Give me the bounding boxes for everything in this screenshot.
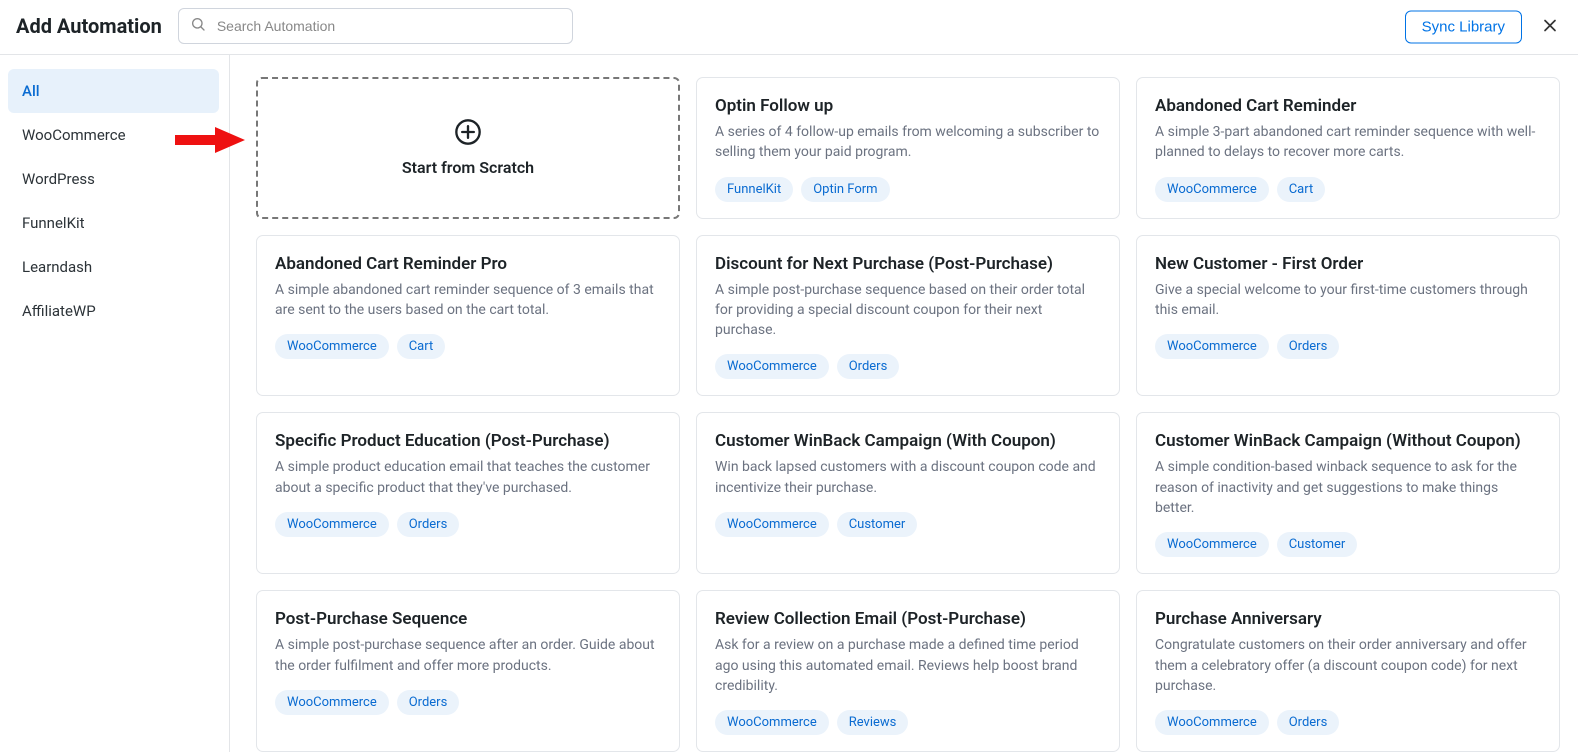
card-description: Congratulate customers on their order an… xyxy=(1155,635,1541,696)
tag[interactable]: Reviews xyxy=(837,710,909,735)
sidebar-item-learndash[interactable]: Learndash xyxy=(8,245,219,289)
tag-row: WooCommerce Orders xyxy=(275,690,661,715)
card-title: Customer WinBack Campaign (Without Coupo… xyxy=(1155,431,1541,451)
card-title: Discount for Next Purchase (Post-Purchas… xyxy=(715,254,1101,274)
top-bar: Add Automation Sync Library xyxy=(0,0,1578,55)
tag[interactable]: WooCommerce xyxy=(275,512,389,537)
card-description: A simple 3-part abandoned cart reminder … xyxy=(1155,122,1541,163)
card-description: A simple condition-based winback sequenc… xyxy=(1155,457,1541,518)
plus-circle-icon xyxy=(454,118,482,146)
card-description: Win back lapsed customers with a discoun… xyxy=(715,457,1101,498)
card-title: Customer WinBack Campaign (With Coupon) xyxy=(715,431,1101,451)
tag[interactable]: Orders xyxy=(837,354,900,379)
sidebar: AllWooCommerceWordPressFunnelKitLearndas… xyxy=(0,55,230,752)
sidebar-item-wordpress[interactable]: WordPress xyxy=(8,157,219,201)
tag[interactable]: Customer xyxy=(1277,532,1358,557)
tag[interactable]: WooCommerce xyxy=(715,512,829,537)
tag-row: WooCommerce Orders xyxy=(1155,334,1541,359)
tag[interactable]: WooCommerce xyxy=(715,354,829,379)
automation-card[interactable]: Abandoned Cart Reminder Pro A simple aba… xyxy=(256,235,680,397)
tag-row: WooCommerce Reviews xyxy=(715,710,1101,735)
sidebar-item-all[interactable]: All xyxy=(8,69,219,113)
scratch-label: Start from Scratch xyxy=(402,158,534,177)
card-description: Give a special welcome to your first-tim… xyxy=(1155,280,1541,321)
tag[interactable]: Cart xyxy=(397,334,446,359)
tag[interactable]: Orders xyxy=(397,690,460,715)
tag-row: FunnelKit Optin Form xyxy=(715,177,1101,202)
tag[interactable]: FunnelKit xyxy=(715,177,793,202)
tag[interactable]: WooCommerce xyxy=(1155,710,1269,735)
pointer-arrow-icon xyxy=(175,125,245,159)
card-description: A simple abandoned cart reminder sequenc… xyxy=(275,280,661,321)
tag-row: WooCommerce Orders xyxy=(275,512,661,537)
card-description: A series of 4 follow-up emails from welc… xyxy=(715,122,1101,163)
tag-row: WooCommerce Cart xyxy=(1155,177,1541,202)
automation-card[interactable]: New Customer - First Order Give a specia… xyxy=(1136,235,1560,397)
card-title: Specific Product Education (Post-Purchas… xyxy=(275,431,661,451)
tag[interactable]: WooCommerce xyxy=(1155,177,1269,202)
card-title: Post-Purchase Sequence xyxy=(275,609,661,629)
card-title: Abandoned Cart Reminder xyxy=(1155,96,1541,116)
automation-card[interactable]: Discount for Next Purchase (Post-Purchas… xyxy=(696,235,1120,397)
tag[interactable]: WooCommerce xyxy=(1155,532,1269,557)
content: Start from Scratch Optin Follow up A seri… xyxy=(230,55,1578,752)
automation-card[interactable]: Abandoned Cart Reminder A simple 3-part … xyxy=(1136,77,1560,219)
tag[interactable]: WooCommerce xyxy=(715,710,829,735)
tag[interactable]: Cart xyxy=(1277,177,1326,202)
automation-card[interactable]: Post-Purchase Sequence A simple post-pur… xyxy=(256,590,680,752)
card-title: Review Collection Email (Post-Purchase) xyxy=(715,609,1101,629)
tag[interactable]: WooCommerce xyxy=(275,690,389,715)
page-title: Add Automation xyxy=(16,14,162,38)
search-icon xyxy=(190,16,206,36)
automation-card[interactable]: Specific Product Education (Post-Purchas… xyxy=(256,412,680,574)
card-title: Purchase Anniversary xyxy=(1155,609,1541,629)
tag-row: WooCommerce Customer xyxy=(715,512,1101,537)
tag-row: WooCommerce Orders xyxy=(1155,710,1541,735)
card-title: Abandoned Cart Reminder Pro xyxy=(275,254,661,274)
automation-card[interactable]: Optin Follow up A series of 4 follow-up … xyxy=(696,77,1120,219)
close-icon xyxy=(1540,24,1560,39)
card-title: Optin Follow up xyxy=(715,96,1101,116)
automation-card[interactable]: Customer WinBack Campaign (With Coupon) … xyxy=(696,412,1120,574)
tag[interactable]: Orders xyxy=(397,512,460,537)
tag-row: WooCommerce Customer xyxy=(1155,532,1541,557)
start-from-scratch-card[interactable]: Start from Scratch xyxy=(256,77,680,219)
card-description: A simple post-purchase sequence after an… xyxy=(275,635,661,676)
tag[interactable]: Optin Form xyxy=(801,177,889,202)
automation-grid: Start from Scratch Optin Follow up A seri… xyxy=(230,55,1578,752)
automation-card[interactable]: Customer WinBack Campaign (Without Coupo… xyxy=(1136,412,1560,574)
card-description: A simple product education email that te… xyxy=(275,457,661,498)
close-button[interactable] xyxy=(1536,12,1564,43)
tag[interactable]: Orders xyxy=(1277,710,1340,735)
sidebar-item-affiliatewp[interactable]: AffiliateWP xyxy=(8,289,219,333)
search-input[interactable] xyxy=(178,8,573,44)
automation-card[interactable]: Purchase Anniversary Congratulate custom… xyxy=(1136,590,1560,752)
sidebar-item-funnelkit[interactable]: FunnelKit xyxy=(8,201,219,245)
tag[interactable]: Orders xyxy=(1277,334,1340,359)
card-description: Ask for a review on a purchase made a de… xyxy=(715,635,1101,696)
tag[interactable]: WooCommerce xyxy=(1155,334,1269,359)
layout: AllWooCommerceWordPressFunnelKitLearndas… xyxy=(0,55,1578,752)
tag[interactable]: WooCommerce xyxy=(275,334,389,359)
search-wrap xyxy=(178,8,573,44)
tag-row: WooCommerce Orders xyxy=(715,354,1101,379)
card-description: A simple post-purchase sequence based on… xyxy=(715,280,1101,341)
tag-row: WooCommerce Cart xyxy=(275,334,661,359)
card-title: New Customer - First Order xyxy=(1155,254,1541,274)
tag[interactable]: Customer xyxy=(837,512,918,537)
top-right: Sync Library xyxy=(1405,11,1564,44)
sync-library-button[interactable]: Sync Library xyxy=(1405,11,1522,44)
automation-card[interactable]: Review Collection Email (Post-Purchase) … xyxy=(696,590,1120,752)
